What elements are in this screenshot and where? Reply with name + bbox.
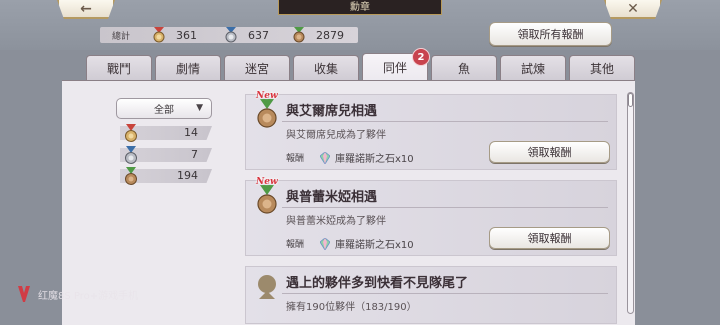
- filter-count-bronze-value: 194: [177, 169, 198, 182]
- chevron-down-icon: ▼: [196, 103, 203, 113]
- reward-item: 庫羅諾斯之石x10: [320, 150, 414, 165]
- medal-gold-icon: [153, 27, 165, 43]
- total-gold: 361: [150, 27, 197, 43]
- tab-story[interactable]: 劇情: [155, 55, 221, 81]
- achievement-card: New 與艾爾席兒相遇 與艾爾席兒成為了夥伴 報酬 庫羅諾斯之石x10 領取報酬: [245, 91, 617, 170]
- tab-fish[interactable]: 魚: [431, 55, 497, 81]
- medal-bronze-icon: [125, 167, 137, 185]
- back-button[interactable]: ←: [57, 0, 115, 19]
- total-bronze-value: 2879: [316, 28, 344, 42]
- total-label: 總計: [112, 32, 131, 42]
- tab-battle[interactable]: 戰鬥: [86, 55, 152, 81]
- tab-collection[interactable]: 收集: [293, 55, 359, 81]
- achievement-description: 與艾爾席兒成為了夥伴: [286, 130, 386, 141]
- total-silver: 637: [222, 27, 269, 43]
- tab-trial[interactable]: 試煉: [500, 55, 566, 81]
- watermark-text: 红魔8S Pro+游戏手机: [38, 290, 139, 302]
- card-divider: [282, 121, 608, 122]
- chronos-stone-icon: [320, 237, 330, 250]
- total-summary: 總計 361 637 2879: [100, 27, 358, 43]
- medal-bronze-icon: [257, 185, 277, 214]
- filter-count-silver-value: 7: [191, 148, 198, 161]
- achievement-title: 與艾爾席兒相遇: [286, 104, 378, 119]
- reward-text: 庫羅諾斯之石x10: [335, 240, 414, 251]
- achievement-title: 遇上的夥伴多到快看不見隊尾了: [286, 276, 469, 291]
- achievement-title: 與普蕾米婭相遇: [286, 190, 378, 205]
- claim-reward-button[interactable]: 領取報酬: [489, 227, 610, 249]
- card-divider: [282, 293, 608, 294]
- close-icon: ✕: [627, 0, 639, 17]
- achievement-description: 與普蕾米婭成為了夥伴: [286, 216, 386, 227]
- filter-count-gold-value: 14: [184, 126, 198, 139]
- achievement-card: 遇上的夥伴多到快看不見隊尾了 擁有190位夥伴（183/190）: [245, 266, 617, 324]
- claim-reward-button[interactable]: 領取報酬: [489, 141, 610, 163]
- filter-selected-value: 全部: [154, 105, 174, 116]
- back-arrow-icon: ←: [80, 0, 92, 17]
- page-title: 勳章: [278, 0, 442, 15]
- reward-text: 庫羅諾斯之石x10: [335, 154, 414, 165]
- reward-label: 報酬: [286, 240, 305, 250]
- chronos-stone-icon: [320, 151, 330, 164]
- new-tag: New: [256, 177, 278, 187]
- card-divider: [282, 207, 608, 208]
- close-button[interactable]: ✕: [604, 0, 662, 19]
- medal-silver-icon: [225, 27, 237, 43]
- filter-dropdown[interactable]: 全部 ▼: [116, 98, 212, 119]
- reward-label: 報酬: [286, 154, 305, 164]
- notification-badge: 2: [412, 48, 430, 66]
- medal-bronze-icon: [257, 99, 277, 128]
- medal-gold-icon: [125, 124, 137, 142]
- red-magic-logo-icon: [18, 286, 30, 302]
- achievement-card: New 與普蕾米婭相遇 與普蕾米婭成為了夥伴 報酬 庫羅諾斯之石x10 領取報酬: [245, 177, 617, 256]
- scrollbar-thumb[interactable]: [628, 93, 633, 107]
- tab-dungeon[interactable]: 迷宮: [224, 55, 290, 81]
- total-gold-value: 361: [176, 28, 197, 42]
- total-silver-value: 637: [248, 28, 269, 42]
- medal-locked-icon: [258, 275, 276, 299]
- medal-bronze-icon: [293, 27, 305, 43]
- total-bronze: 2879: [290, 27, 344, 43]
- new-tag: New: [256, 91, 278, 101]
- reward-item: 庫羅諾斯之石x10: [320, 236, 414, 251]
- medal-silver-icon: [125, 146, 137, 164]
- device-watermark: 红魔8S Pro+游戏手机: [16, 284, 138, 304]
- tab-other[interactable]: 其他: [569, 55, 635, 81]
- claim-all-button[interactable]: 領取所有報酬: [489, 22, 612, 46]
- list-scrollbar[interactable]: [627, 92, 634, 314]
- achievement-description: 擁有190位夥伴（183/190）: [286, 302, 417, 313]
